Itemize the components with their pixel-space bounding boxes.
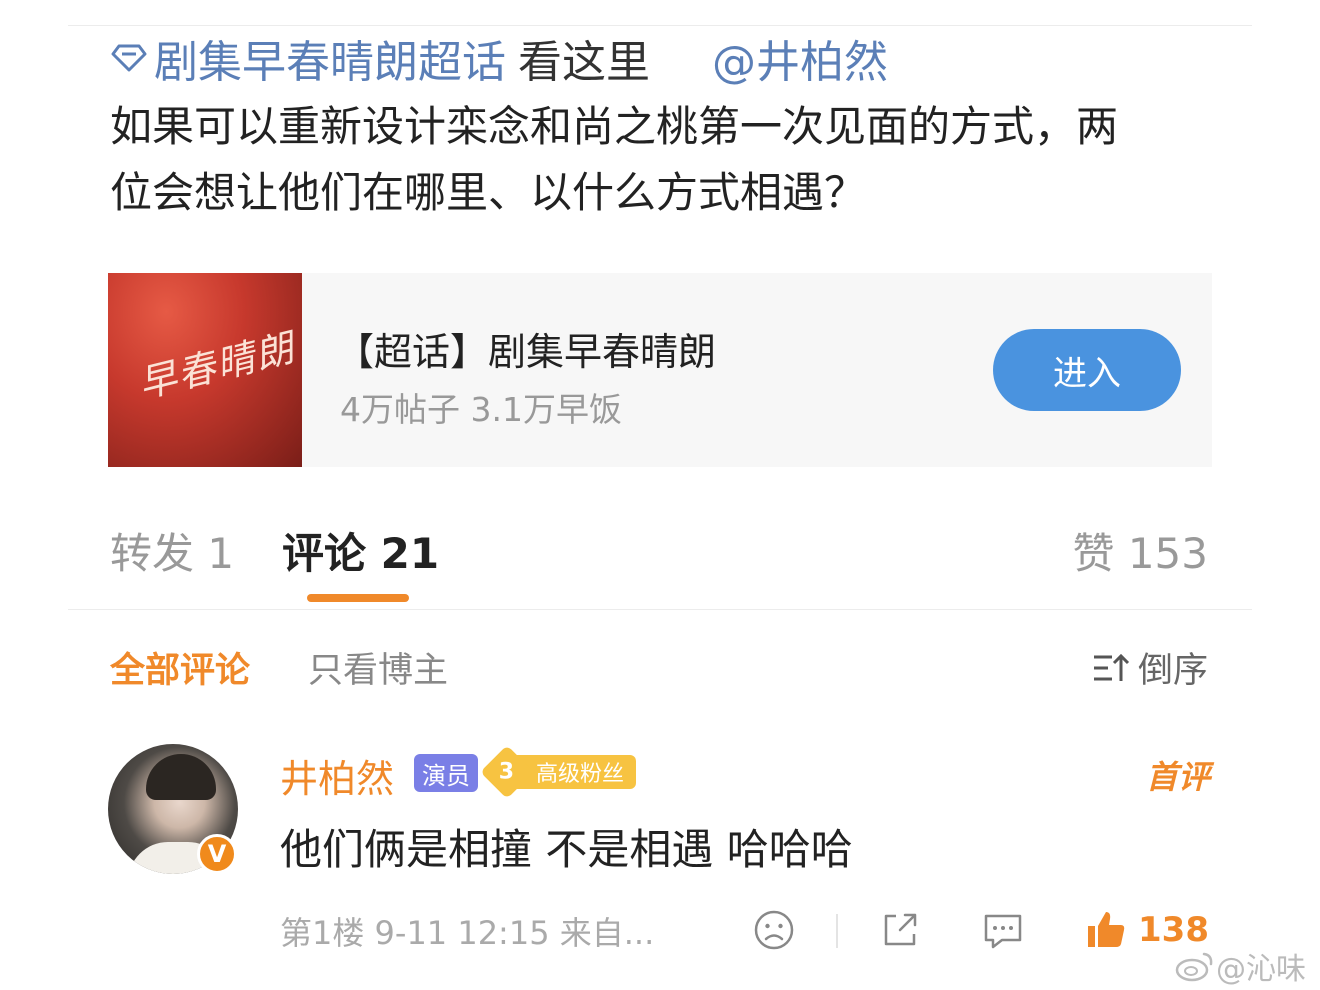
comment-meta: 第1楼 9-11 12:15 来自... <box>280 914 655 952</box>
supertopic-stats: 4万帖子 3.1万早饭 <box>340 390 622 429</box>
comment-bubble-icon <box>984 914 1022 949</box>
supertopic-link-text: 剧集早春晴朗超话 <box>154 37 506 88</box>
thumbnail-title: 早春晴朗 <box>133 325 300 407</box>
post-header-line: 剧集早春晴朗超话 看这里 @井柏然 <box>110 28 888 88</box>
filter-op-only[interactable]: 只看博主 <box>308 642 448 693</box>
fan-level-tag: 3 高级粉丝 <box>480 745 637 799</box>
sort-toggle[interactable]: 倒序 <box>1092 642 1208 693</box>
watermark-text: @沁味 <box>1216 952 1306 987</box>
verified-badge-icon: V <box>197 834 237 874</box>
avatar-hair <box>146 754 216 800</box>
share-button[interactable] <box>878 908 922 952</box>
sort-label: 倒序 <box>1137 651 1208 691</box>
watermark: @沁味 <box>1174 944 1306 988</box>
filter-all-comments[interactable]: 全部评论 <box>110 642 250 693</box>
tab-like[interactable]: 赞 153 <box>1072 520 1208 581</box>
tab-repost[interactable]: 转发 1 <box>110 520 234 581</box>
comment-text: 他们俩是相撞 不是相遇 哈哈哈 <box>280 825 853 874</box>
dislike-button[interactable] <box>752 908 796 952</box>
tab-divider <box>68 609 1252 610</box>
share-icon <box>884 913 917 946</box>
reply-button[interactable] <box>980 908 1026 952</box>
commenter-name[interactable]: 井柏然 <box>280 748 394 803</box>
enter-button[interactable]: 进入 <box>993 329 1181 411</box>
fan-level-icon: 3 <box>480 745 534 799</box>
action-separator <box>836 914 838 948</box>
thumbs-up-icon <box>1088 912 1125 947</box>
sad-face-icon <box>754 910 794 950</box>
tab-comment[interactable]: 评论 21 <box>282 520 439 581</box>
post-body-text: 如果可以重新设计栾念和尚之桃第一次见面的方式，两位会想让他们在哪里、以什么方式相… <box>110 102 1119 217</box>
supertopic-link[interactable]: 剧集早春晴朗超话 <box>110 26 506 90</box>
weibo-logo-icon <box>1175 952 1213 982</box>
sort-icon <box>1093 653 1130 681</box>
fan-level-label: 高级粉丝 <box>514 755 637 789</box>
supertopic-title: 【超话】剧集早春晴朗 <box>336 330 717 374</box>
actor-tag: 演员 <box>414 754 478 792</box>
look-here-text: 看这里 <box>518 37 650 88</box>
fan-level-number: 3 <box>499 759 515 785</box>
supertopic-thumbnail: 早春晴朗 <box>108 273 302 467</box>
active-tab-indicator <box>307 594 409 602</box>
first-comment-badge: 首评 <box>1145 758 1210 796</box>
mention-link[interactable]: @井柏然 <box>712 26 888 90</box>
diamond-icon <box>111 44 147 72</box>
supertopic-card[interactable]: 早春晴朗 【超话】剧集早春晴朗 4万帖子 3.1万早饭 进入 <box>108 273 1212 467</box>
